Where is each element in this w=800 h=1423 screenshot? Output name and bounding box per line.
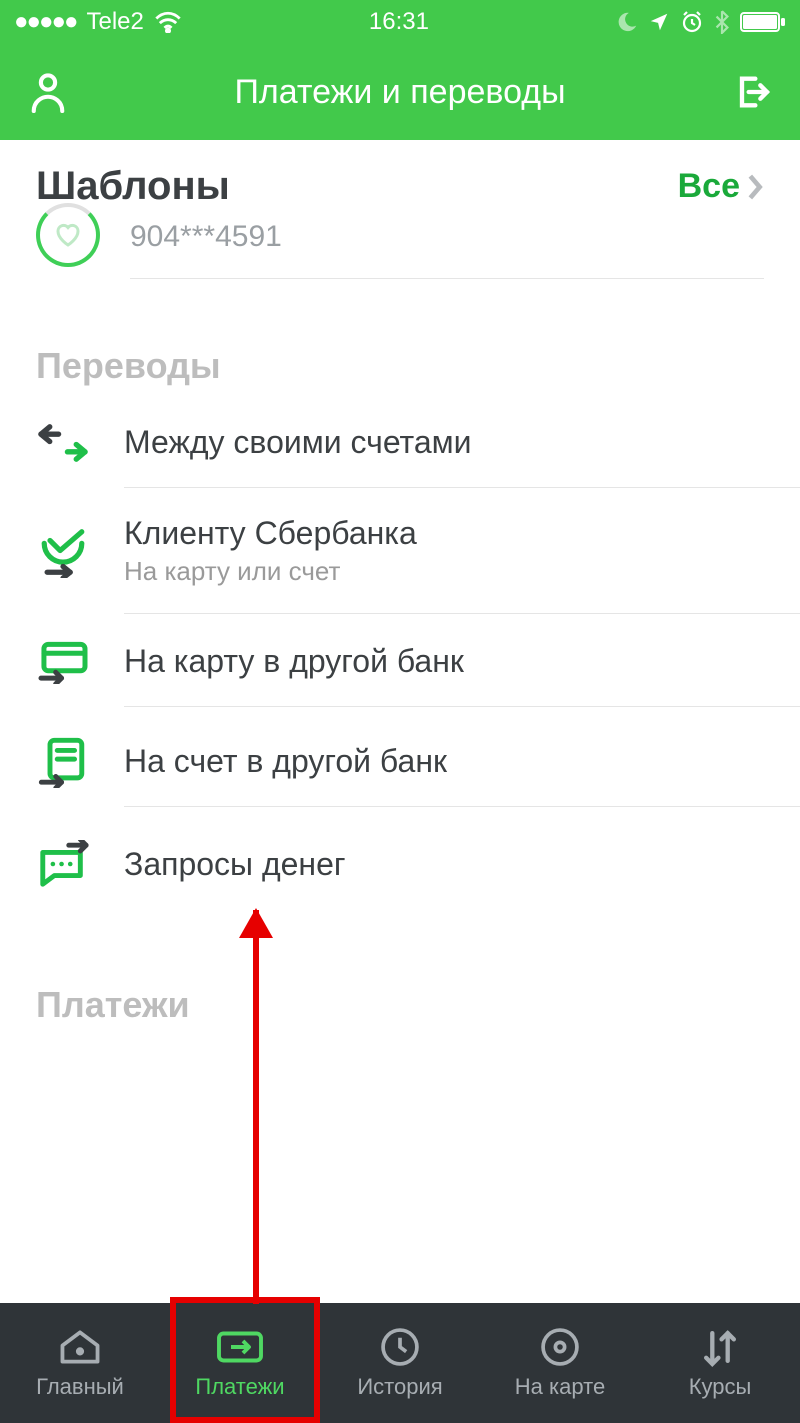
item-title: Запросы денег bbox=[124, 846, 764, 883]
map-pin-icon bbox=[540, 1326, 580, 1368]
rates-icon bbox=[701, 1326, 739, 1368]
payments-section-label: Платежи bbox=[0, 914, 800, 1036]
app-header: Платежи и переводы bbox=[0, 44, 800, 140]
logout-button[interactable] bbox=[732, 72, 772, 112]
tab-map[interactable]: На карте bbox=[480, 1303, 640, 1423]
transfer-own-accounts[interactable]: Между своими счетами bbox=[0, 397, 800, 489]
tab-bar: Главный Платежи История На карте Курсы bbox=[0, 1303, 800, 1423]
location-arrow-icon bbox=[648, 11, 670, 33]
item-subtitle: На карту или счет bbox=[124, 556, 764, 587]
bluetooth-icon bbox=[714, 10, 730, 34]
templates-header: Шаблоны Все bbox=[0, 140, 800, 217]
moon-icon bbox=[616, 11, 638, 33]
tab-label: Главный bbox=[36, 1374, 124, 1400]
transfer-account-other-bank[interactable]: На счет в другой банк bbox=[0, 710, 800, 814]
tab-payments[interactable]: Платежи bbox=[160, 1303, 320, 1423]
transfer-sberbank-client[interactable]: Клиенту Сбербанка На карту или счет bbox=[0, 489, 800, 614]
carrier-label: Tele2 bbox=[86, 8, 143, 36]
template-heart-icon bbox=[36, 203, 100, 267]
templates-all-link[interactable]: Все bbox=[678, 167, 764, 206]
item-title: На карту в другой банк bbox=[124, 643, 764, 680]
history-icon bbox=[380, 1326, 420, 1368]
payments-icon bbox=[216, 1326, 264, 1368]
tab-rates[interactable]: Курсы bbox=[640, 1303, 800, 1423]
wifi-icon bbox=[154, 11, 182, 33]
tab-label: История bbox=[357, 1374, 442, 1400]
status-left: ●●●●● Tele2 bbox=[14, 8, 182, 36]
header-title: Платежи и переводы bbox=[68, 73, 732, 112]
receipt-out-icon bbox=[36, 736, 90, 788]
card-out-icon bbox=[36, 640, 90, 684]
all-label: Все bbox=[678, 167, 740, 206]
swap-arrows-icon bbox=[36, 423, 90, 463]
clock-label: 16:31 bbox=[369, 8, 429, 36]
home-icon bbox=[58, 1326, 102, 1368]
status-bar: ●●●●● Tele2 16:31 bbox=[0, 0, 800, 44]
transfer-card-other-bank[interactable]: На карту в другой банк bbox=[0, 614, 800, 710]
status-right bbox=[616, 10, 786, 34]
tab-label: Платежи bbox=[195, 1374, 284, 1400]
item-title: На счет в другой банк bbox=[124, 743, 764, 780]
profile-button[interactable] bbox=[28, 71, 68, 113]
alarm-icon bbox=[680, 10, 704, 34]
template-number: 904***4591 bbox=[130, 220, 764, 279]
transfers-section-label: Переводы bbox=[0, 295, 800, 397]
transfer-money-requests[interactable]: Запросы денег bbox=[0, 814, 800, 914]
template-item[interactable]: 904***4591 bbox=[0, 217, 800, 295]
item-title: Клиенту Сбербанка bbox=[124, 515, 764, 552]
item-title: Между своими счетами bbox=[124, 424, 764, 461]
battery-icon bbox=[740, 11, 786, 33]
sber-client-icon bbox=[36, 526, 90, 578]
signal-dots-icon: ●●●●● bbox=[14, 8, 76, 36]
chat-money-icon bbox=[36, 840, 90, 888]
tab-label: На карте bbox=[515, 1374, 605, 1400]
tab-main[interactable]: Главный bbox=[0, 1303, 160, 1423]
tab-history[interactable]: История bbox=[320, 1303, 480, 1423]
tab-label: Курсы bbox=[689, 1374, 752, 1400]
